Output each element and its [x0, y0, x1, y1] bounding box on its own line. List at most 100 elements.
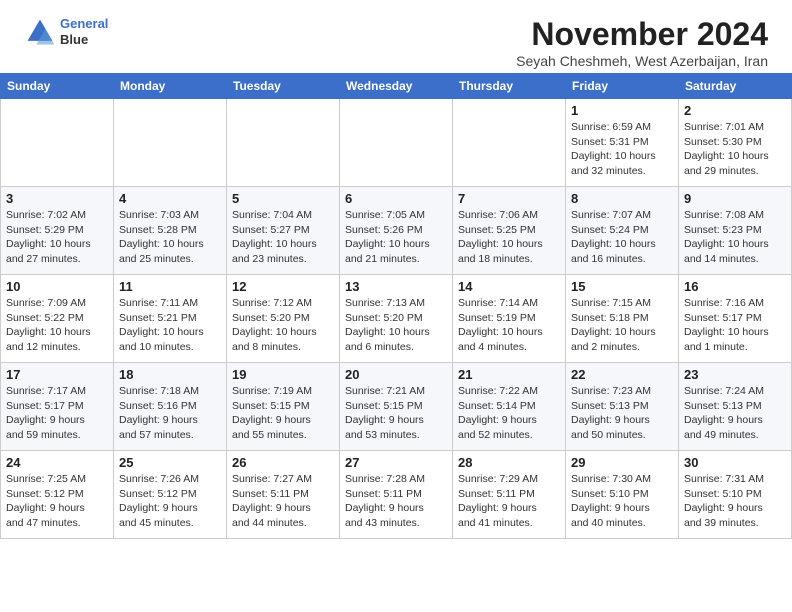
calendar-cell: 27 Sunrise: 7:28 AM Sunset: 5:11 PM Dayli…	[340, 451, 453, 539]
day-info: Sunrise: 7:01 AM Sunset: 5:30 PM Dayligh…	[684, 120, 786, 179]
day-number: 2	[684, 103, 786, 118]
day-info: Sunrise: 7:26 AM Sunset: 5:12 PM Dayligh…	[119, 472, 221, 531]
day-info: Sunrise: 7:16 AM Sunset: 5:17 PM Dayligh…	[684, 296, 786, 355]
calendar-cell: 25 Sunrise: 7:26 AM Sunset: 5:12 PM Dayli…	[114, 451, 227, 539]
day-number: 26	[232, 455, 334, 470]
day-info: Sunrise: 7:25 AM Sunset: 5:12 PM Dayligh…	[6, 472, 108, 531]
page-header: General Blue November 2024 Seyah Cheshme…	[0, 0, 792, 73]
day-info: Sunrise: 7:29 AM Sunset: 5:11 PM Dayligh…	[458, 472, 560, 531]
calendar-cell	[114, 99, 227, 187]
day-number: 24	[6, 455, 108, 470]
calendar-cell: 16 Sunrise: 7:16 AM Sunset: 5:17 PM Dayli…	[679, 275, 792, 363]
day-number: 27	[345, 455, 447, 470]
day-info: Sunrise: 7:02 AM Sunset: 5:29 PM Dayligh…	[6, 208, 108, 267]
day-number: 30	[684, 455, 786, 470]
calendar-cell: 4Sunrise: 7:03 AM Sunset: 5:28 PM Daylig…	[114, 187, 227, 275]
day-number: 1	[571, 103, 673, 118]
calendar-cell: 8 Sunrise: 7:07 AM Sunset: 5:24 PM Daylig…	[566, 187, 679, 275]
day-info: Sunrise: 7:06 AM Sunset: 5:25 PM Dayligh…	[458, 208, 560, 267]
weekday-header-sunday: Sunday	[1, 74, 114, 99]
location-subtitle: Seyah Cheshmeh, West Azerbaijan, Iran	[516, 53, 768, 69]
day-info: Sunrise: 7:09 AM Sunset: 5:22 PM Dayligh…	[6, 296, 108, 355]
day-number: 18	[119, 367, 221, 382]
day-info: Sunrise: 6:59 AM Sunset: 5:31 PM Dayligh…	[571, 120, 673, 179]
day-info: Sunrise: 7:17 AM Sunset: 5:17 PM Dayligh…	[6, 384, 108, 443]
logo-icon	[24, 16, 56, 48]
weekday-header-wednesday: Wednesday	[340, 74, 453, 99]
day-number: 19	[232, 367, 334, 382]
day-number: 6	[345, 191, 447, 206]
day-info: Sunrise: 7:27 AM Sunset: 5:11 PM Dayligh…	[232, 472, 334, 531]
calendar-cell: 13 Sunrise: 7:13 AM Sunset: 5:20 PM Dayli…	[340, 275, 453, 363]
weekday-header-saturday: Saturday	[679, 74, 792, 99]
calendar-cell: 22 Sunrise: 7:23 AM Sunset: 5:13 PM Dayli…	[566, 363, 679, 451]
calendar-cell	[1, 99, 114, 187]
calendar-cell: 21 Sunrise: 7:22 AM Sunset: 5:14 PM Dayli…	[453, 363, 566, 451]
day-number: 8	[571, 191, 673, 206]
calendar-cell	[453, 99, 566, 187]
logo-text: General Blue	[60, 16, 108, 47]
day-number: 15	[571, 279, 673, 294]
day-number: 11	[119, 279, 221, 294]
weekday-header-monday: Monday	[114, 74, 227, 99]
calendar-cell	[227, 99, 340, 187]
day-info: Sunrise: 7:12 AM Sunset: 5:20 PM Dayligh…	[232, 296, 334, 355]
day-number: 23	[684, 367, 786, 382]
calendar-cell: 1 Sunrise: 6:59 AM Sunset: 5:31 PM Daylig…	[566, 99, 679, 187]
day-number: 12	[232, 279, 334, 294]
day-info: Sunrise: 7:31 AM Sunset: 5:10 PM Dayligh…	[684, 472, 786, 531]
month-title: November 2024	[516, 16, 768, 53]
calendar-cell: 26 Sunrise: 7:27 AM Sunset: 5:11 PM Dayli…	[227, 451, 340, 539]
day-number: 16	[684, 279, 786, 294]
day-number: 13	[345, 279, 447, 294]
calendar-cell: 29 Sunrise: 7:30 AM Sunset: 5:10 PM Dayli…	[566, 451, 679, 539]
day-number: 28	[458, 455, 560, 470]
day-info: Sunrise: 7:28 AM Sunset: 5:11 PM Dayligh…	[345, 472, 447, 531]
calendar-cell: 7Sunrise: 7:06 AM Sunset: 5:25 PM Daylig…	[453, 187, 566, 275]
calendar-cell: 3Sunrise: 7:02 AM Sunset: 5:29 PM Daylig…	[1, 187, 114, 275]
day-number: 9	[684, 191, 786, 206]
calendar-cell: 9 Sunrise: 7:08 AM Sunset: 5:23 PM Daylig…	[679, 187, 792, 275]
day-info: Sunrise: 7:30 AM Sunset: 5:10 PM Dayligh…	[571, 472, 673, 531]
day-info: Sunrise: 7:11 AM Sunset: 5:21 PM Dayligh…	[119, 296, 221, 355]
day-number: 17	[6, 367, 108, 382]
day-number: 21	[458, 367, 560, 382]
calendar-cell: 2 Sunrise: 7:01 AM Sunset: 5:30 PM Daylig…	[679, 99, 792, 187]
day-info: Sunrise: 7:04 AM Sunset: 5:27 PM Dayligh…	[232, 208, 334, 267]
day-info: Sunrise: 7:22 AM Sunset: 5:14 PM Dayligh…	[458, 384, 560, 443]
calendar-cell: 11 Sunrise: 7:11 AM Sunset: 5:21 PM Dayli…	[114, 275, 227, 363]
day-info: Sunrise: 7:14 AM Sunset: 5:19 PM Dayligh…	[458, 296, 560, 355]
day-number: 22	[571, 367, 673, 382]
calendar-cell	[340, 99, 453, 187]
calendar-table: SundayMondayTuesdayWednesdayThursdayFrid…	[0, 73, 792, 539]
day-number: 20	[345, 367, 447, 382]
day-info: Sunrise: 7:07 AM Sunset: 5:24 PM Dayligh…	[571, 208, 673, 267]
day-number: 5	[232, 191, 334, 206]
day-info: Sunrise: 7:03 AM Sunset: 5:28 PM Dayligh…	[119, 208, 221, 267]
calendar-cell: 19 Sunrise: 7:19 AM Sunset: 5:15 PM Dayli…	[227, 363, 340, 451]
weekday-header-friday: Friday	[566, 74, 679, 99]
day-info: Sunrise: 7:23 AM Sunset: 5:13 PM Dayligh…	[571, 384, 673, 443]
calendar-cell: 30 Sunrise: 7:31 AM Sunset: 5:10 PM Dayli…	[679, 451, 792, 539]
day-number: 25	[119, 455, 221, 470]
weekday-header-thursday: Thursday	[453, 74, 566, 99]
calendar-cell: 23 Sunrise: 7:24 AM Sunset: 5:13 PM Dayli…	[679, 363, 792, 451]
calendar-cell: 28 Sunrise: 7:29 AM Sunset: 5:11 PM Dayli…	[453, 451, 566, 539]
calendar-cell: 17 Sunrise: 7:17 AM Sunset: 5:17 PM Dayli…	[1, 363, 114, 451]
calendar-cell: 20 Sunrise: 7:21 AM Sunset: 5:15 PM Dayli…	[340, 363, 453, 451]
day-info: Sunrise: 7:13 AM Sunset: 5:20 PM Dayligh…	[345, 296, 447, 355]
calendar-cell: 15Sunrise: 7:15 AM Sunset: 5:18 PM Dayli…	[566, 275, 679, 363]
day-number: 14	[458, 279, 560, 294]
weekday-header-tuesday: Tuesday	[227, 74, 340, 99]
calendar-cell: 5 Sunrise: 7:04 AM Sunset: 5:27 PM Daylig…	[227, 187, 340, 275]
calendar-cell: 6Sunrise: 7:05 AM Sunset: 5:26 PM Daylig…	[340, 187, 453, 275]
day-info: Sunrise: 7:19 AM Sunset: 5:15 PM Dayligh…	[232, 384, 334, 443]
day-info: Sunrise: 7:08 AM Sunset: 5:23 PM Dayligh…	[684, 208, 786, 267]
calendar-cell: 18Sunrise: 7:18 AM Sunset: 5:16 PM Dayli…	[114, 363, 227, 451]
calendar-cell: 14 Sunrise: 7:14 AM Sunset: 5:19 PM Dayli…	[453, 275, 566, 363]
day-number: 10	[6, 279, 108, 294]
day-info: Sunrise: 7:21 AM Sunset: 5:15 PM Dayligh…	[345, 384, 447, 443]
day-number: 29	[571, 455, 673, 470]
calendar-cell: 10 Sunrise: 7:09 AM Sunset: 5:22 PM Dayli…	[1, 275, 114, 363]
day-info: Sunrise: 7:24 AM Sunset: 5:13 PM Dayligh…	[684, 384, 786, 443]
